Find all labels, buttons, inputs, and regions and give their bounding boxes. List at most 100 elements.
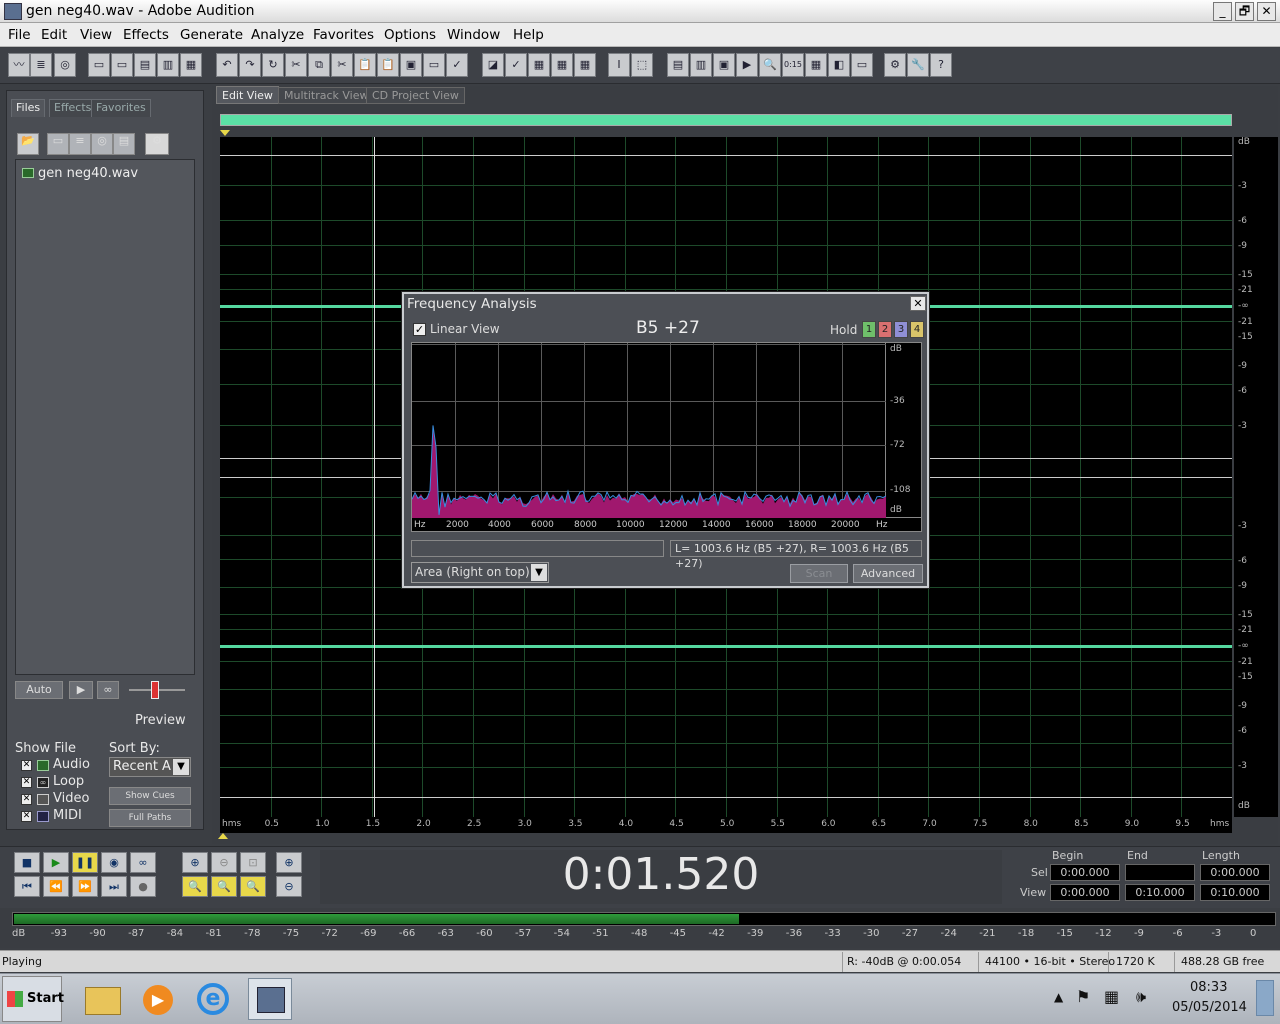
maximize-button[interactable]: 🗗 [1235,2,1254,21]
media-player-taskbar-icon[interactable]: ▶ [134,978,178,1020]
zoom-out-vertical-icon[interactable]: ⊖ [276,876,302,897]
view-begin-field[interactable]: 0:00.000 [1050,884,1120,901]
play-preview-button[interactable]: ▶ [69,681,93,699]
advanced-button[interactable]: Advanced [853,564,923,583]
close-button[interactable]: ✕ [1257,2,1276,21]
show-midi-checkbox[interactable]: ✕ [21,811,32,822]
open-icon[interactable]: ▭ [111,53,133,77]
repeat-icon[interactable]: ↻ [262,53,284,77]
marquee-tool-icon[interactable]: ⬚ [631,53,653,77]
zoom-to-selection-icon[interactable]: 🔍 [211,876,237,897]
pan-view-icon[interactable]: ▦ [574,53,596,77]
sort-by-select[interactable]: Recent A ▼ [109,757,191,777]
edit-file-icon[interactable]: ▤ [113,133,135,155]
show-desktop-button[interactable] [1256,980,1274,1016]
show-hidden-icons-icon[interactable]: ▲ [1054,990,1063,1004]
time-display-icon[interactable]: 0:15 [782,53,804,77]
tab-favorites[interactable]: Favorites [91,99,151,117]
close-file-icon[interactable]: ▭ [47,133,69,155]
menu-edit[interactable]: Edit [41,27,67,43]
loop-preview-button[interactable]: ∞ [97,681,119,699]
analysis-icon[interactable]: ▤ [667,53,689,77]
menu-help[interactable]: Help [513,27,544,43]
sel-begin-field[interactable]: 0:00.000 [1050,864,1120,881]
tab-cd-project-view[interactable]: CD Project View [366,87,465,104]
cd-player-icon[interactable]: ▣ [713,53,735,77]
paste-icon[interactable]: 📋 [354,53,376,77]
overview-bar[interactable] [220,114,1232,126]
end-marker-icon[interactable] [218,833,228,839]
audition-taskbar-icon[interactable] [248,978,292,1020]
minimize-button[interactable]: _ [1213,2,1232,21]
dialog-close-button[interactable]: ✕ [910,296,926,311]
spectral-pitch-icon[interactable]: ▦ [551,53,573,77]
settings-icon[interactable]: ⚙ [884,53,906,77]
zoom-out-horizontal-icon[interactable]: ⊖ [211,852,237,873]
tab-files[interactable]: Files [11,99,46,117]
scan-button[interactable]: Scan [790,564,848,583]
hold-3-button[interactable]: 3 [894,321,908,338]
menu-generate[interactable]: Generate [180,27,243,43]
volume-icon[interactable]: 🕪 [1136,987,1146,1007]
menu-view[interactable]: View [80,27,112,43]
zoom-in-horizontal-icon[interactable]: ⊕ [182,852,208,873]
batch-icon[interactable]: ▥ [690,53,712,77]
insert-multitrack-icon[interactable]: ≡ [69,133,91,155]
new-file-icon[interactable]: ▭ [88,53,110,77]
view-end-field[interactable]: 0:10.000 [1125,884,1195,901]
play-button[interactable]: ▶ [43,852,69,873]
waveform-view-icon[interactable]: 〰 [8,53,30,77]
sel-length-field[interactable]: 0:00.000 [1200,864,1270,881]
redo-icon[interactable]: ↷ [239,53,261,77]
metronome-icon[interactable]: ▦ [805,53,827,77]
explorer-taskbar-icon[interactable] [80,978,124,1020]
play-icon[interactable]: ▶ [736,53,758,77]
frequency-icon[interactable]: ◧ [828,53,850,77]
show-video-checkbox[interactable]: ✕ [21,794,32,805]
linear-view-checkbox[interactable]: ✓ [413,323,426,336]
fast-forward-button[interactable]: ⏩ [72,876,98,897]
save-all-icon[interactable]: ▦ [180,53,202,77]
options-icon[interactable]: 🔧 [907,53,929,77]
show-audio-checkbox[interactable]: ✕ [21,760,32,771]
action-center-icon[interactable]: ⚑ [1076,987,1090,1006]
show-cues-button[interactable]: Show Cues [109,787,191,805]
mix-paste-icon[interactable]: ▣ [400,53,422,77]
clock-date[interactable]: 05/05/2014 [1172,1000,1247,1015]
full-paths-button[interactable]: Full Paths [109,809,191,827]
hold-2-button[interactable]: 2 [878,321,892,338]
start-marker-icon[interactable] [220,130,230,136]
find-beats-icon[interactable]: 🔍 [759,53,781,77]
spectral-icon[interactable]: ✓ [446,53,468,77]
open-file-icon[interactable]: 📂 [17,133,39,155]
zoom-full-icon[interactable]: ⊡ [240,852,266,873]
hold-4-button[interactable]: 4 [910,321,924,338]
spectrum-graph[interactable] [411,342,887,519]
display-mode-select[interactable]: Area (Right on top) ▼ [411,562,549,583]
marker-icon[interactable]: ◪ [482,53,504,77]
zoom-to-left-icon[interactable]: 🔍 [182,876,208,897]
menu-file[interactable]: File [8,27,31,43]
file-item[interactable]: gen neg40.wav [38,166,138,181]
pause-button[interactable]: ❚❚ [72,852,98,873]
play-looped-button[interactable]: ∞ [130,852,156,873]
rewind-button[interactable]: ⏪ [43,876,69,897]
trim-icon[interactable]: ▭ [423,53,445,77]
stop-button[interactable]: ■ [14,852,40,873]
time-selection-tool-icon[interactable]: I [608,53,630,77]
preview-volume-slider[interactable] [129,681,185,699]
undo-icon[interactable]: ↶ [216,53,238,77]
copy-icon[interactable]: ⧉ [308,53,330,77]
meter-icon[interactable]: ▭ [851,53,873,77]
network-icon[interactable]: ▦ [1104,987,1119,1006]
tab-edit-view[interactable]: Edit View [216,86,279,104]
cut-icon[interactable]: ✂ [285,53,307,77]
auto-play-button[interactable]: Auto [15,681,63,699]
playhead-cursor[interactable] [374,137,375,817]
internet-explorer-taskbar-icon[interactable]: e [190,978,234,1020]
show-loop-checkbox[interactable]: ✕ [21,777,32,788]
menu-window[interactable]: Window [447,27,500,43]
chevron-down-icon[interactable]: ▼ [173,759,189,775]
sel-end-field[interactable] [1125,864,1195,881]
play-to-end-button[interactable]: ◉ [101,852,127,873]
